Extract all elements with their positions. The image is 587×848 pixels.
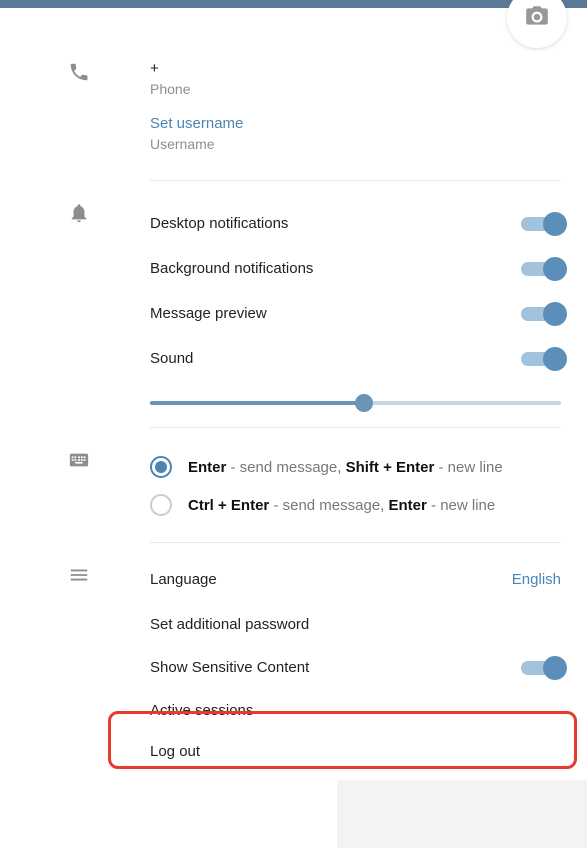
username-label: Username xyxy=(150,136,561,152)
desktop-notifications-label: Desktop notifications xyxy=(150,215,288,232)
sensitive-content-label: Show Sensitive Content xyxy=(150,659,309,676)
log-out-row[interactable]: Log out xyxy=(150,731,561,772)
keyboard-icon xyxy=(68,458,90,475)
bell-icon xyxy=(68,211,90,228)
message-preview-row: Message preview xyxy=(150,291,561,336)
sound-row: Sound xyxy=(150,336,561,381)
radio-ctrl-enter-label: Ctrl + Enter - send message, Enter - new… xyxy=(188,497,495,514)
language-row[interactable]: Language English xyxy=(150,563,561,604)
set-username-link[interactable]: Set username xyxy=(150,115,561,132)
log-out-label: Log out xyxy=(150,743,200,760)
desktop-notifications-toggle[interactable] xyxy=(521,217,561,231)
language-value: English xyxy=(512,571,561,588)
set-password-row[interactable]: Set additional password xyxy=(150,604,561,645)
send-enter-option[interactable]: Enter - send message, Shift + Enter - ne… xyxy=(150,448,561,486)
background-notifications-label: Background notifications xyxy=(150,260,313,277)
background-notifications-row: Background notifications xyxy=(150,246,561,291)
message-preview-toggle[interactable] xyxy=(521,307,561,321)
background-notifications-toggle[interactable] xyxy=(521,262,561,276)
sound-label: Sound xyxy=(150,350,193,367)
active-sessions-label: Active sessions xyxy=(150,702,253,719)
sensitive-content-row: Show Sensitive Content xyxy=(150,645,561,690)
top-bar xyxy=(0,0,587,8)
sensitive-content-toggle[interactable] xyxy=(521,661,561,675)
active-sessions-row[interactable]: Active sessions xyxy=(150,690,561,731)
radio-enter-label: Enter - send message, Shift + Enter - ne… xyxy=(188,459,503,476)
volume-thumb[interactable] xyxy=(355,394,373,412)
message-preview-label: Message preview xyxy=(150,305,267,322)
phone-icon xyxy=(68,70,90,87)
volume-slider[interactable] xyxy=(150,401,561,405)
volume-fill xyxy=(150,401,364,405)
desktop-notifications-row: Desktop notifications xyxy=(150,201,561,246)
phone-label: Phone xyxy=(150,81,561,97)
sound-toggle[interactable] xyxy=(521,352,561,366)
overlay-block xyxy=(337,780,587,848)
send-ctrl-enter-option[interactable]: Ctrl + Enter - send message, Enter - new… xyxy=(150,486,561,524)
divider xyxy=(150,427,561,428)
username-row[interactable]: Set username Username xyxy=(150,115,561,170)
camera-icon xyxy=(524,3,550,33)
phone-value: + xyxy=(150,60,561,77)
phone-row[interactable]: + Phone xyxy=(150,60,561,115)
radio-ctrl-enter[interactable] xyxy=(150,494,172,516)
set-password-label: Set additional password xyxy=(150,616,309,633)
divider xyxy=(150,180,561,181)
radio-enter[interactable] xyxy=(150,456,172,478)
divider xyxy=(150,542,561,543)
language-label: Language xyxy=(150,571,217,588)
menu-icon xyxy=(68,573,90,590)
